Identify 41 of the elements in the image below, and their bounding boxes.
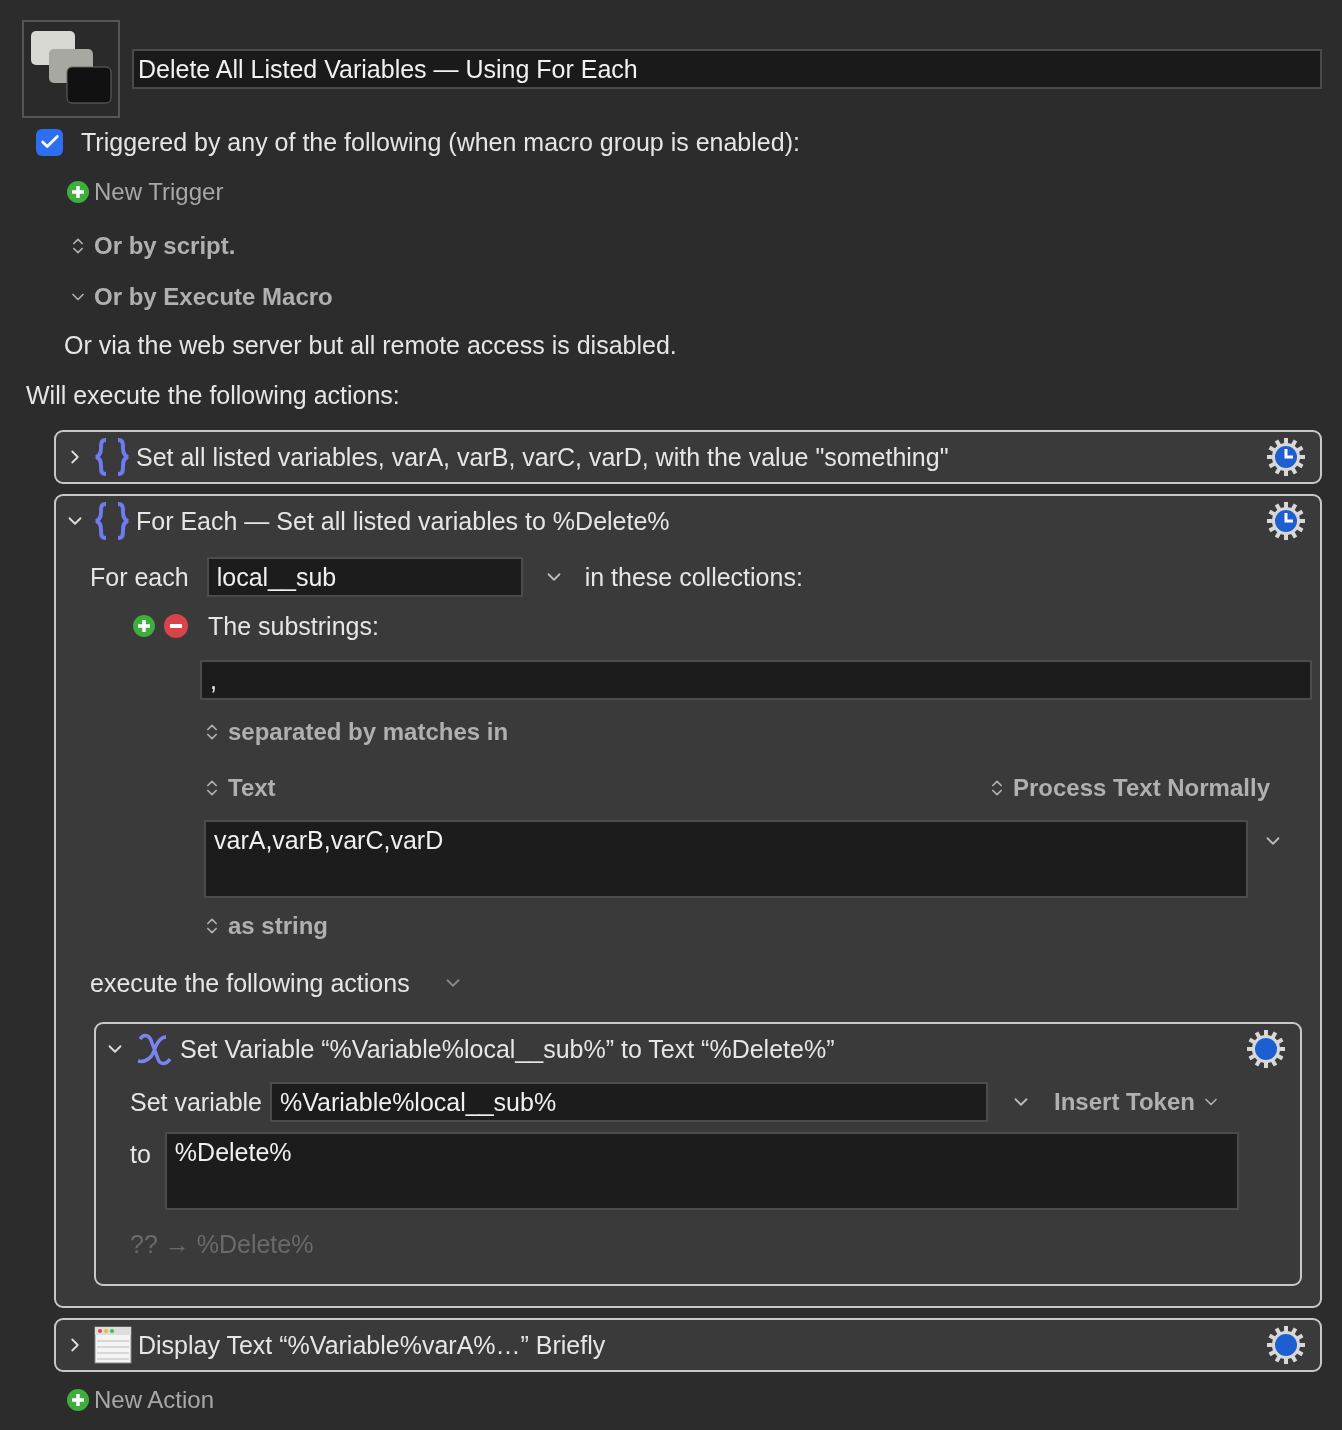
insert-token-button[interactable]: Insert Token	[1054, 1088, 1221, 1116]
process-text-popup[interactable]: Process Text Normally	[987, 774, 1270, 802]
as-string-popup[interactable]: as string	[202, 912, 329, 940]
new-trigger-button[interactable]: New Trigger	[66, 178, 224, 206]
add-icon	[66, 180, 90, 204]
variable-field[interactable]: %Variable%local__sub%	[270, 1082, 989, 1122]
substring-field[interactable]: ,	[200, 660, 1312, 700]
action-title: Set Variable “%Variable%local__sub%” to Text “%Delete%”	[180, 1034, 835, 1064]
action-title: Set all listed variables, varA, varB, varC, varD, with the value "something"	[136, 442, 949, 472]
gear-icon[interactable]	[1266, 1325, 1306, 1365]
braces-icon	[94, 501, 130, 541]
window-icon	[94, 1326, 132, 1364]
separator-popup[interactable]: separated by matches in	[202, 718, 509, 746]
web-server-note: Or via the web server but all remote access is disabled.	[64, 330, 677, 360]
clock-gear-icon[interactable]	[1266, 437, 1306, 477]
collection-label: The substrings:	[208, 611, 379, 641]
remove-button[interactable]	[164, 614, 188, 638]
field-label: For each	[90, 562, 189, 592]
option-popup[interactable]: Or by script.	[68, 232, 236, 260]
macro-name-field[interactable]: Delete All Listed Variables — Using For Each	[132, 49, 1322, 89]
text-field[interactable]: varA,varB,varC,varD	[204, 820, 1248, 898]
field-label: to	[130, 1140, 151, 1169]
field-label: Set variable	[130, 1087, 263, 1117]
add-icon	[66, 1388, 90, 1412]
trigger-checkbox[interactable]	[36, 128, 63, 156]
text-source-popup[interactable]: Text	[202, 774, 276, 802]
clock-gear-icon[interactable]	[1266, 501, 1306, 541]
braces-icon	[94, 437, 130, 477]
new-action-button[interactable]: New Action	[66, 1386, 215, 1414]
gear-icon[interactable]	[1246, 1029, 1286, 1069]
field-label: in these collections:	[584, 562, 803, 592]
add-icon	[132, 614, 156, 638]
trigger-heading: Triggered by any of the following (when macro group is enabled):	[81, 127, 800, 157]
disclosure-option[interactable]: Or by Execute Macro	[68, 283, 333, 311]
text-field[interactable]: %Delete%	[164, 1132, 1239, 1210]
minus-icon	[170, 624, 182, 628]
action-title: For Each — Set all listed variables to %Delete%	[136, 506, 670, 536]
actions-heading: Will execute the following actions:	[26, 380, 400, 410]
action-title: Display Text “%Variable%varA%…” Briefly	[138, 1330, 606, 1360]
section-label: execute the following actions	[90, 968, 410, 998]
variable-field[interactable]: local__sub	[206, 557, 523, 597]
